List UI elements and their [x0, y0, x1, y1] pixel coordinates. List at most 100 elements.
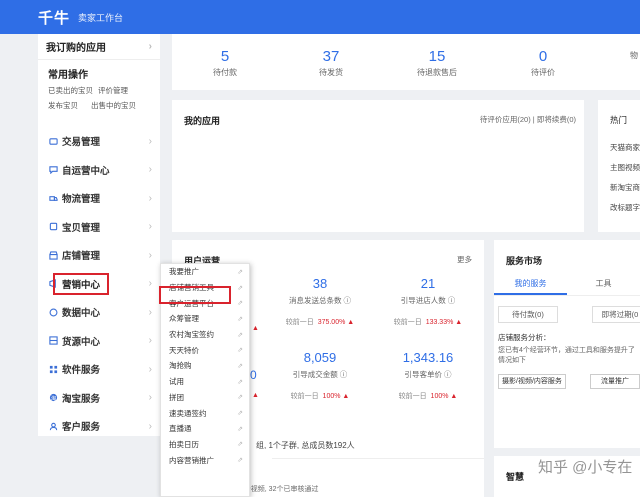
sidebar-item-shop[interactable]: 店铺管理 › [38, 241, 160, 270]
sidebar-menu: 交易管理 › 自运营中心 › 物流管理 › 宝贝管理 › 店铺管理 › 营销中心… [38, 127, 160, 441]
sidebar-item-label: 交易管理 [62, 137, 101, 149]
sidebar-item-marketing[interactable]: 营销中心 › [38, 270, 160, 299]
link-sold-items[interactable]: 已卖出的宝贝 [48, 85, 93, 96]
link-reviews[interactable]: 评价管理 [98, 85, 128, 96]
my-apps-title: 我的应用 [184, 116, 221, 126]
group-summary: 组, 1个子群, 总成员数192人 [256, 441, 355, 450]
customer-icon [48, 421, 58, 431]
expiring-soon-button[interactable]: 即将过期(0 [592, 306, 640, 323]
divider [272, 458, 484, 459]
submenu-item[interactable]: 天天特价 ⇗ [161, 342, 249, 358]
sidebar-item-data[interactable]: 数据中心 › [38, 298, 160, 327]
submenu-item[interactable]: 试用 ⇗ [161, 374, 249, 390]
submenu-item[interactable]: 淘抢购 ⇗ [161, 358, 249, 374]
more-link[interactable]: 更多 [457, 254, 472, 265]
submenu-item[interactable]: 拼团 ⇗ [161, 390, 249, 406]
sidebar-item-label: 物流管理 [62, 194, 101, 206]
hot-item[interactable]: 天猫商家 [610, 142, 640, 153]
pending-payment-button[interactable]: 待付款(0) [498, 306, 558, 323]
metric-compare: 较前一日 100% ▲ [398, 393, 458, 400]
submenu-item[interactable]: 内容营销推广 ⇗ [161, 452, 249, 468]
metric-label: 引导进店人数 ⓘ [400, 296, 456, 305]
link-icon: ⇗ [237, 410, 243, 418]
sidebar-item-taobao-service[interactable]: 淘 淘宝服务 › [38, 384, 160, 413]
sidebar-item-logistics[interactable]: 物流管理 › [38, 184, 160, 213]
stat-pending-payment[interactable]: 5 待付款 [172, 34, 278, 90]
metric-visitors[interactable]: 21 引导进店人数 ⓘ 较前一日 133.33% ▲ [384, 276, 472, 327]
my-apps-links[interactable]: 待评价应用(20) | 即将续费(0) [480, 114, 576, 125]
stat-pending-refund[interactable]: 15 待退款售后 [384, 34, 490, 90]
tab-tools[interactable]: 工具 [567, 274, 640, 295]
watermark: 知乎 @小专在 [538, 459, 633, 476]
stat-pending-shipment[interactable]: 37 待发货 [278, 34, 384, 90]
stat-label: 待发货 [319, 68, 343, 77]
chevron-right-icon: › [148, 164, 152, 176]
stat-value: 15 [428, 48, 446, 65]
subscribed-apps-header[interactable]: 我订购的应用 › [38, 34, 160, 60]
marketing-submenu: 我要推广 ⇗ 店铺营销工具 ⇗ 客户运营平台 ⇗ 众筹管理 ⇗ 农村淘宝签约 ⇗ 天天特价… [159, 263, 250, 497]
submenu-item[interactable]: 直播通 ⇗ [161, 421, 249, 437]
sidebar-item-self-ops[interactable]: 自运营中心 › [38, 156, 160, 185]
submenu-item[interactable]: 我要推广 ⇗ [161, 264, 249, 280]
hot-item[interactable]: 改标题字 [610, 202, 640, 213]
shop-icon [48, 250, 58, 260]
metric-compare: 较前一日 375.00% ▲ [285, 319, 355, 326]
stat-value: 0 [538, 48, 548, 65]
metric-compare: 较前一日 133.33% ▲ [393, 319, 463, 326]
order-stats: 5 待付款 37 待发货 15 待退款售后 0 待评价 物 [172, 34, 640, 90]
chevron-right-icon: › [148, 363, 152, 375]
sidebar-item-source[interactable]: 货源中心 › [38, 327, 160, 356]
tab-my-services[interactable]: 我的服务 [494, 274, 567, 295]
sidebar: 我订购的应用 › 常用操作 已卖出的宝贝 评价管理 发布宝贝 出售中的宝贝 交易… [38, 34, 160, 436]
app-logo[interactable]: 千牛 [38, 7, 70, 28]
link-publish-item[interactable]: 发布宝贝 [48, 100, 78, 111]
tag-photo-video[interactable]: 摄影/视频/内容服务 [498, 374, 566, 389]
hot-item[interactable]: 新淘宝商 [610, 182, 640, 193]
link-icon: ⇗ [237, 362, 243, 370]
metric-avg-order[interactable]: 1,343.16 引导客单价 ⓘ 较前一日 100% ▲ [384, 350, 472, 401]
top-bar: 千牛 卖家工作台 [0, 0, 640, 34]
chevron-right-icon: › [148, 306, 152, 318]
subscribed-apps-label: 我订购的应用 [46, 43, 106, 54]
stat-label: 待退款售后 [417, 68, 457, 77]
sidebar-item-label: 货源中心 [62, 336, 101, 348]
sidebar-item-label: 自运营中心 [62, 165, 110, 177]
metric-messages-sent[interactable]: 38 消息发送总条数 ⓘ 较前一日 375.00% ▲ [276, 276, 364, 327]
hot-title: 热门 [610, 115, 628, 125]
grid-icon [48, 364, 58, 374]
submenu-item[interactable]: 众筹管理 ⇗ [161, 311, 249, 327]
hot-item[interactable]: 主图视频 [610, 162, 640, 173]
link-icon: ⇗ [237, 394, 243, 402]
link-icon: ⇗ [237, 284, 243, 292]
service-market-panel: 服务市场 我的服务 工具 待付款(0) 即将过期(0 店铺服务分析： 您已有4个… [494, 240, 640, 448]
stat-pending-review[interactable]: 0 待评价 [490, 34, 596, 90]
submenu-item[interactable]: 拍卖日历 ⇗ [161, 437, 249, 453]
link-icon: ⇗ [237, 315, 243, 323]
link-items-on-sale[interactable]: 出售中的宝贝 [91, 100, 136, 111]
sidebar-item-label: 软件服务 [62, 365, 101, 377]
chevron-right-icon: › [148, 278, 152, 290]
tag-traffic-promo[interactable]: 流量推广 [590, 374, 640, 389]
sidebar-item-software[interactable]: 软件服务 › [38, 355, 160, 384]
box-icon [48, 222, 58, 232]
stat-logistics-clipped[interactable]: 物 [596, 34, 640, 90]
smart-title: 智慧 [506, 472, 525, 482]
clipped-trend: ▲ [252, 392, 259, 399]
chevron-right-icon: › [148, 135, 152, 147]
chevron-right-icon: › [148, 192, 152, 204]
link-icon: ⇗ [237, 378, 243, 386]
sidebar-item-trade[interactable]: 交易管理 › [38, 127, 160, 156]
link-icon: ⇗ [237, 457, 243, 465]
submenu-item[interactable]: 农村淘宝签约 ⇗ [161, 327, 249, 343]
sidebar-item-items[interactable]: 宝贝管理 › [38, 213, 160, 242]
chevron-right-icon: › [148, 420, 152, 432]
analysis-text: 您已有4个经营环节，通过工具和服务提升了情况如下 [498, 347, 635, 364]
chevron-right-icon: › [148, 221, 152, 233]
sidebar-item-customer[interactable]: 客户服务 › [38, 412, 160, 441]
sidebar-item-label: 店铺管理 [62, 251, 101, 263]
metric-value: 1,343.16 [402, 350, 454, 365]
service-market-tabs: 我的服务 工具 [494, 274, 640, 296]
metric-gmv[interactable]: 8,059 引导成交金额 ⓘ 较前一日 100% ▲ [276, 350, 364, 401]
metric-value: 21 [420, 276, 436, 291]
submenu-item[interactable]: 速卖通签约 ⇗ [161, 405, 249, 421]
